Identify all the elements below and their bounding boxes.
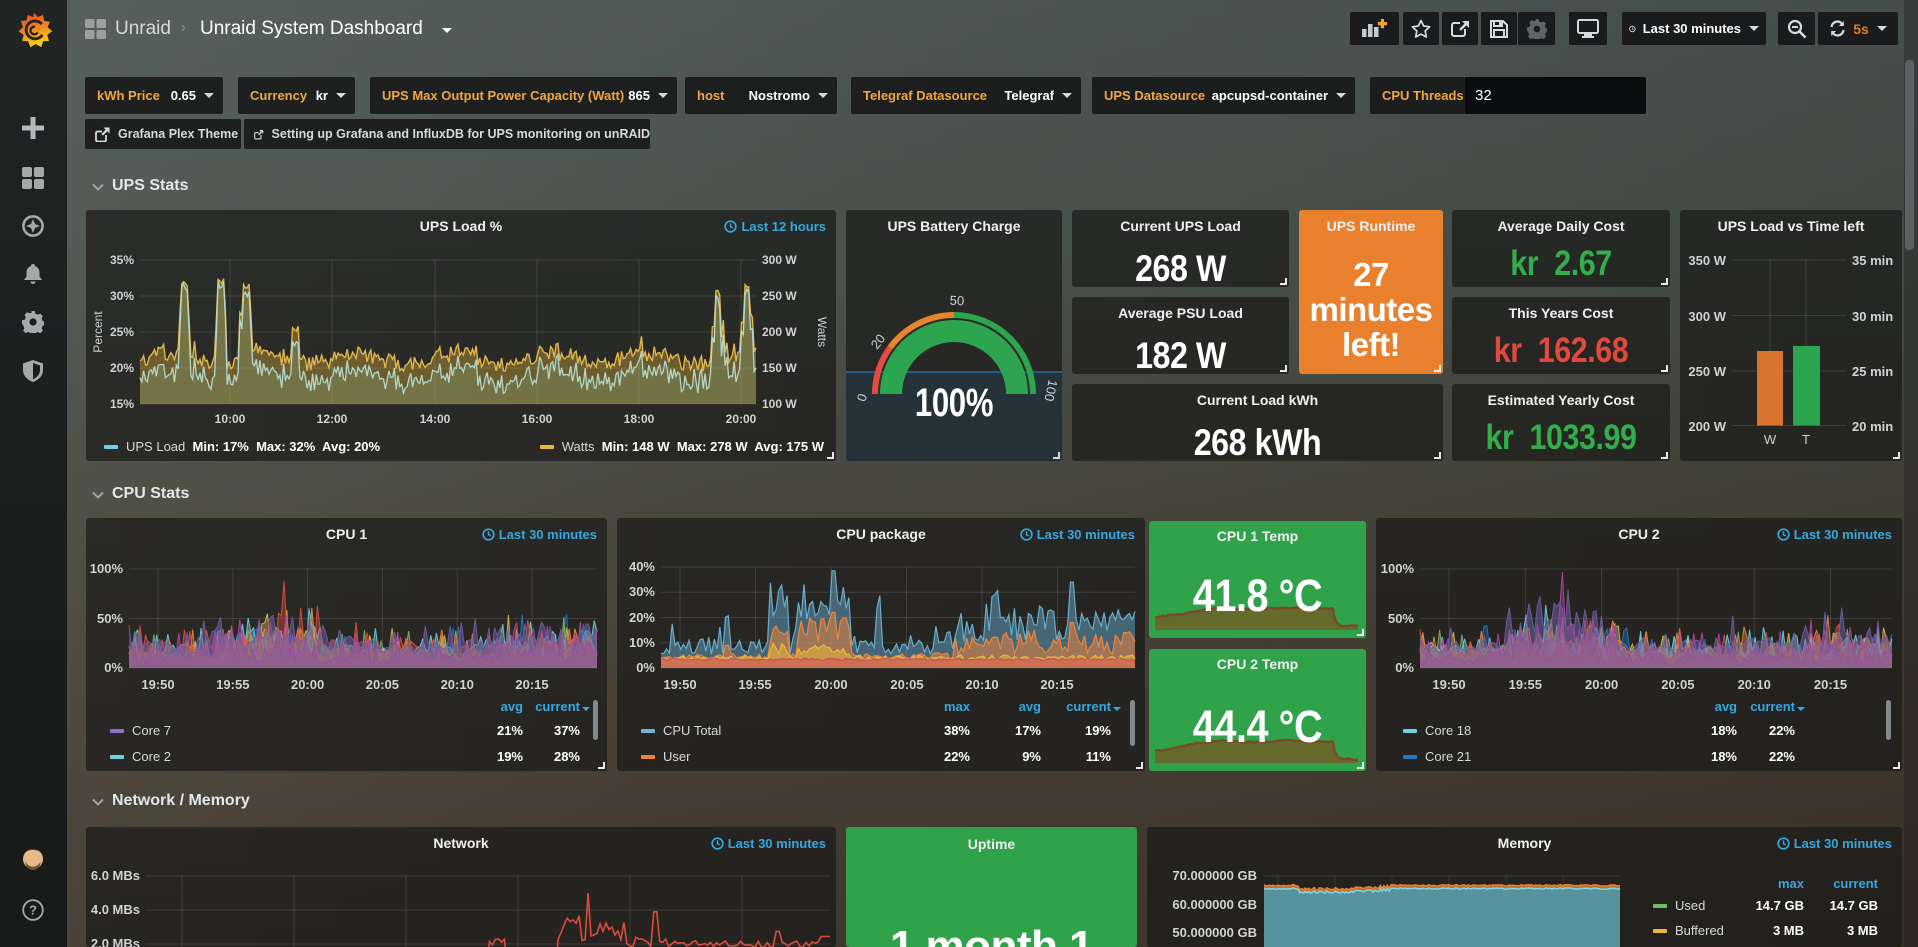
svg-text:?: ? [29,903,37,918]
